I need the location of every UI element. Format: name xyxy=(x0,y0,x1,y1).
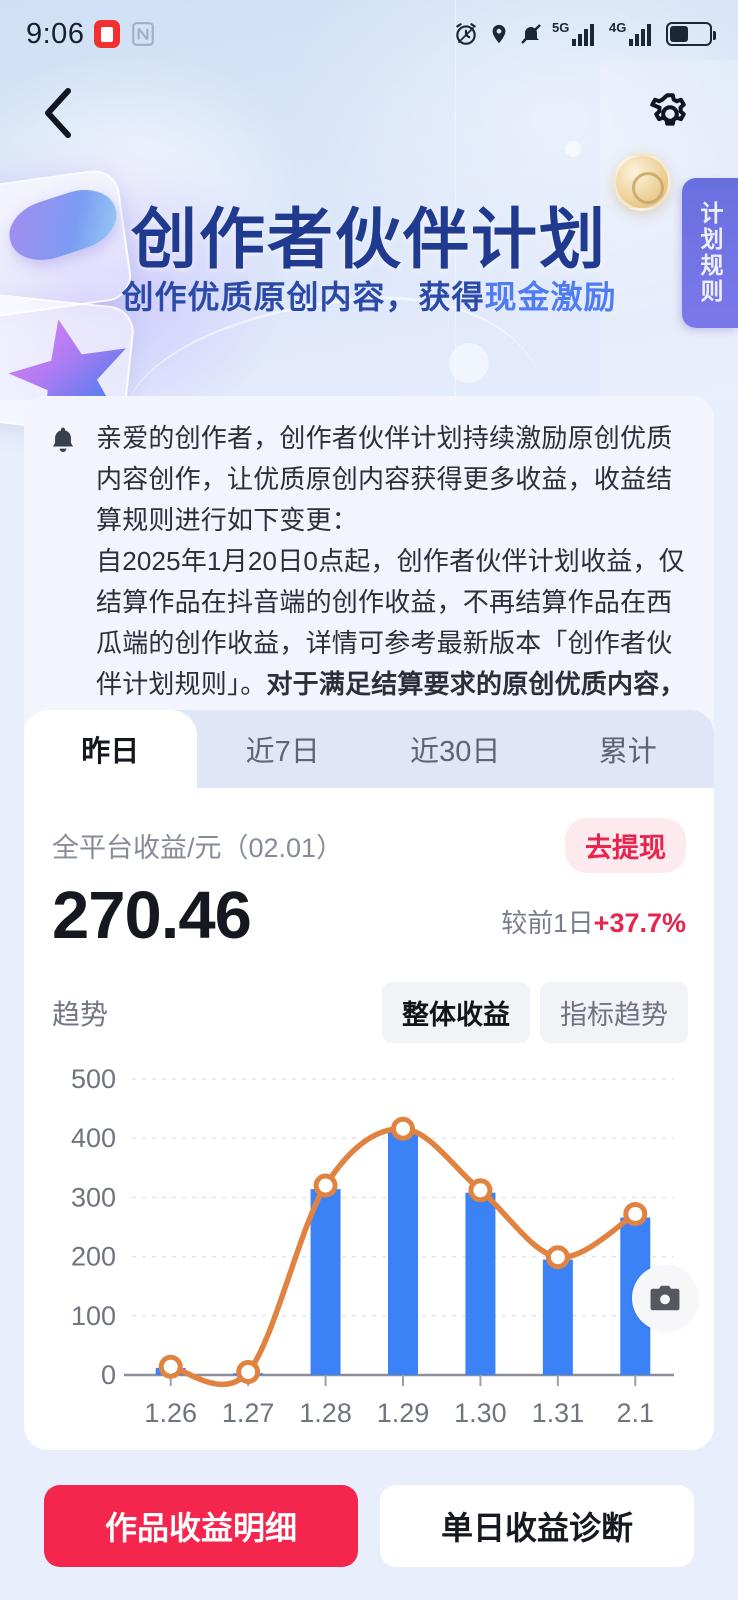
delta-prefix: 较前1日 xyxy=(501,908,593,938)
svg-text:500: 500 xyxy=(71,1064,116,1094)
trend-chart: 0 100 200 300 400 500 1.26 1.27 1.28 1.29 1.30 1.31… xyxy=(24,1043,714,1443)
earnings-value-row: 270.46 较前1日+37.7% xyxy=(24,873,714,954)
segment-metric-trend[interactable]: 指标趋势 xyxy=(540,982,688,1043)
decor-bubble-2 xyxy=(449,343,489,383)
status-time: 9:06 xyxy=(26,18,84,51)
recording-icon xyxy=(94,20,120,48)
svg-text:1.30: 1.30 xyxy=(454,1398,507,1428)
svg-text:1.28: 1.28 xyxy=(299,1398,352,1428)
screenshot-button[interactable] xyxy=(632,1265,698,1331)
chevron-left-icon xyxy=(40,87,74,139)
svg-text:1.29: 1.29 xyxy=(377,1398,430,1428)
work-earnings-detail-button[interactable]: 作品收益明细 xyxy=(44,1485,358,1567)
svg-text:100: 100 xyxy=(71,1301,116,1331)
plan-rules-tab[interactable]: 计划规则 xyxy=(682,178,738,328)
earnings-card: 昨日 近7日 近30日 累计 全平台收益/元（02.01） 去提现 270.46… xyxy=(24,710,714,1450)
period-tabs: 昨日 近7日 近30日 累计 xyxy=(24,710,714,788)
trend-header-row: 趋势 整体收益 指标趋势 xyxy=(24,954,714,1043)
svg-text:1.31: 1.31 xyxy=(532,1398,585,1428)
signal-4g-icon: 4G xyxy=(609,19,657,49)
bottom-action-bar: 作品收益明细 单日收益诊断 xyxy=(0,1452,738,1600)
page-subtitle: 创作优质原创内容，获得现金激励 xyxy=(0,272,738,318)
subtitle-plain: 创作优质原创内容，获得 xyxy=(121,279,484,315)
camera-icon xyxy=(648,1283,682,1313)
svg-text:400: 400 xyxy=(71,1123,116,1153)
gear-icon xyxy=(646,90,694,138)
tab-yesterday[interactable]: 昨日 xyxy=(24,710,197,788)
earnings-label: 全平台收益/元（02.01） xyxy=(52,826,343,865)
notice-text: 亲爱的创作者，创作者伙伴计划持续激励原创优质内容创作，让优质原创内容获得更多收益… xyxy=(96,418,688,746)
settings-button[interactable] xyxy=(644,88,696,140)
trend-chart-svg: 0 100 200 300 400 500 1.26 1.27 1.28 1.29 1.30 1.31… xyxy=(24,1043,714,1443)
earnings-header-row: 全平台收益/元（02.01） 去提现 xyxy=(24,788,714,873)
daily-earnings-diagnosis-button[interactable]: 单日收益诊断 xyxy=(380,1485,694,1567)
status-bar-left: 9:06 xyxy=(26,18,156,51)
delta-value: +37.7% xyxy=(594,908,686,938)
notice-paragraph-1: 亲爱的创作者，创作者伙伴计划持续激励原创优质内容创作，让优质原创内容获得更多收益… xyxy=(96,423,672,535)
back-button[interactable] xyxy=(30,86,84,140)
alarm-icon xyxy=(453,21,479,47)
decor-bubble-1 xyxy=(565,141,581,157)
trend-segmented-control: 整体收益 指标趋势 xyxy=(382,982,688,1043)
earnings-delta: 较前1日+37.7% xyxy=(501,903,686,954)
location-icon xyxy=(488,21,510,47)
tab-last-7-days[interactable]: 近7日 xyxy=(197,710,370,788)
svg-text:300: 300 xyxy=(71,1182,116,1212)
svg-text:200: 200 xyxy=(71,1242,116,1272)
svg-text:2.1: 2.1 xyxy=(617,1398,655,1428)
bell-icon xyxy=(46,418,80,746)
app-root: 创作者伙伴计划 创作优质原创内容，获得现金激励 计划规则 9:06 xyxy=(0,0,738,1600)
withdraw-button[interactable]: 去提现 xyxy=(565,818,686,873)
page-title: 创作者伙伴计划 xyxy=(0,186,738,282)
svg-text:0: 0 xyxy=(101,1360,116,1390)
svg-text:1.27: 1.27 xyxy=(222,1398,275,1428)
tab-last-30-days[interactable]: 近30日 xyxy=(369,710,542,788)
subtitle-highlight: 现金激励 xyxy=(485,279,617,315)
status-bar: 9:06 5G xyxy=(0,0,738,68)
battery-icon xyxy=(666,22,712,46)
status-bar-right: 5G 4G xyxy=(453,19,712,49)
tab-total[interactable]: 累计 xyxy=(542,710,715,788)
signal-5g-icon: 5G xyxy=(552,19,600,49)
segment-overall-earnings[interactable]: 整体收益 xyxy=(382,982,530,1043)
nfc-icon xyxy=(130,20,156,48)
earnings-amount: 270.46 xyxy=(52,877,251,954)
svg-text:4G: 4G xyxy=(609,20,626,35)
svg-text:5G: 5G xyxy=(552,20,569,35)
mute-icon xyxy=(519,21,543,47)
trend-title: 趋势 xyxy=(52,993,108,1033)
svg-text:1.26: 1.26 xyxy=(144,1398,197,1428)
